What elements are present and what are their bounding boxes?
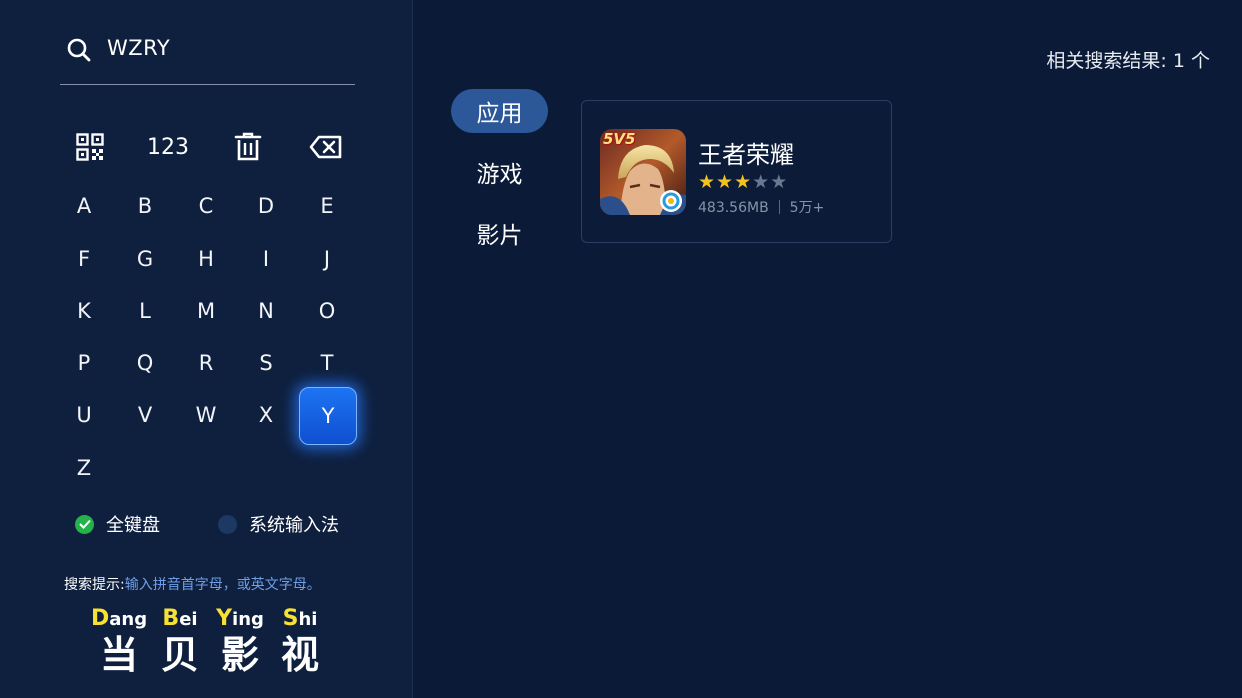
backspace-button[interactable] bbox=[296, 124, 356, 170]
key-v[interactable]: V bbox=[117, 387, 173, 443]
search-input[interactable]: WZRY bbox=[60, 22, 355, 85]
check-icon bbox=[75, 514, 94, 534]
key-b[interactable]: B bbox=[117, 178, 173, 234]
brand-pinyin-rest: ang bbox=[109, 609, 148, 630]
search-icon bbox=[67, 38, 91, 62]
key-y[interactable]: Y bbox=[299, 387, 357, 445]
star-icon: ★ bbox=[716, 171, 735, 193]
result-count: 相关搜索结果: 1 个 bbox=[1046, 50, 1210, 72]
key-w[interactable]: W bbox=[178, 387, 234, 443]
key-k[interactable]: K bbox=[56, 283, 112, 339]
app-icon-badge: 5V5 bbox=[603, 130, 636, 148]
brand-hanzi: 影 bbox=[220, 633, 259, 677]
brand-pinyin: Dang bbox=[91, 606, 147, 631]
trash-icon bbox=[234, 132, 262, 161]
brand-pinyin-rest: ing bbox=[232, 609, 264, 630]
star-icon: ★ bbox=[734, 171, 753, 193]
brand-hanzi: 视 bbox=[280, 633, 319, 677]
key-l[interactable]: L bbox=[117, 283, 173, 339]
app-name: 王者荣耀 bbox=[698, 141, 794, 169]
star-icon: ★ bbox=[698, 171, 717, 193]
app-meta: 483.56MB 5万+ bbox=[698, 197, 824, 217]
brand-pinyin-rest: hi bbox=[298, 609, 318, 630]
mode-system-ime[interactable]: 系统输入法 bbox=[218, 510, 339, 538]
key-a[interactable]: A bbox=[56, 178, 112, 234]
app-icon: 5V5 bbox=[600, 129, 686, 215]
key-r[interactable]: R bbox=[178, 335, 234, 391]
app-size: 483.56MB bbox=[698, 200, 769, 216]
keyboard-tools: 123 bbox=[0, 124, 412, 170]
qrcode-icon bbox=[76, 133, 104, 161]
radio-icon bbox=[218, 514, 237, 534]
brand-initial: D bbox=[91, 606, 110, 631]
key-t[interactable]: T bbox=[299, 335, 355, 391]
brand-char: Dang 当 bbox=[91, 606, 147, 677]
mode-full-keyboard-label: 全键盘 bbox=[106, 515, 160, 536]
key-h[interactable]: H bbox=[178, 231, 234, 287]
key-x[interactable]: X bbox=[238, 387, 294, 443]
key-c[interactable]: C bbox=[178, 178, 234, 234]
key-i[interactable]: I bbox=[238, 231, 294, 287]
key-u[interactable]: U bbox=[56, 387, 112, 443]
brand-char: Ying 影 bbox=[212, 606, 268, 677]
star-icon: ★ bbox=[770, 171, 789, 193]
brand-hanzi: 贝 bbox=[160, 633, 199, 677]
brand-initial: B bbox=[162, 606, 180, 631]
key-m[interactable]: M bbox=[178, 283, 234, 339]
key-z[interactable]: Z bbox=[56, 440, 112, 496]
tab-1[interactable]: 游戏 bbox=[451, 150, 548, 194]
keyboard-panel: WZRY 123 A B C D E F G H I J K L M N O P… bbox=[0, 0, 413, 698]
brand-char: Bei 贝 bbox=[152, 606, 208, 677]
brand-pinyin: Ying bbox=[212, 606, 268, 631]
mode-full-keyboard[interactable]: 全键盘 bbox=[75, 510, 160, 538]
search-hint-text: 输入拼音首字母，或英文字母。 bbox=[124, 577, 321, 593]
key-g[interactable]: G bbox=[117, 231, 173, 287]
key-d[interactable]: D bbox=[238, 178, 294, 234]
meta-divider bbox=[778, 200, 780, 214]
brand-pinyin: Bei bbox=[152, 606, 208, 631]
key-f[interactable]: F bbox=[56, 231, 112, 287]
search-query: WZRY bbox=[107, 36, 171, 60]
key-s[interactable]: S bbox=[238, 335, 294, 391]
key-q[interactable]: Q bbox=[117, 335, 173, 391]
key-o[interactable]: O bbox=[299, 283, 355, 339]
key-j[interactable]: J bbox=[299, 231, 355, 287]
search-hint-label: 搜索提示: bbox=[64, 577, 125, 593]
search-hint: 搜索提示:输入拼音首字母，或英文字母。 bbox=[64, 574, 321, 594]
brand-pinyin-rest: ei bbox=[179, 609, 198, 630]
key-n[interactable]: N bbox=[238, 283, 294, 339]
brand-initial: S bbox=[282, 606, 299, 631]
clear-button[interactable] bbox=[218, 124, 278, 170]
brand-char: Shi 视 bbox=[272, 606, 328, 677]
rating-stars: ★★★★★ bbox=[698, 171, 788, 193]
brand-hanzi: 当 bbox=[99, 633, 138, 677]
brand-initial: Y bbox=[216, 606, 233, 631]
numbers-button[interactable]: 123 bbox=[138, 124, 198, 170]
mode-system-ime-label: 系统输入法 bbox=[249, 515, 339, 536]
key-e[interactable]: E bbox=[299, 178, 355, 234]
backspace-icon bbox=[309, 135, 342, 159]
star-icon: ★ bbox=[752, 171, 771, 193]
tab-0[interactable]: 应用 bbox=[451, 89, 548, 133]
app-downloads: 5万+ bbox=[789, 200, 825, 216]
tab-2[interactable]: 影片 bbox=[451, 211, 548, 255]
key-p[interactable]: P bbox=[56, 335, 112, 391]
brand-pinyin: Shi bbox=[272, 606, 328, 631]
qrcode-button[interactable] bbox=[60, 124, 120, 170]
app-result-card[interactable]: 5V5 王者荣耀 ★★★★★ 483.56MB 5万+ bbox=[581, 100, 892, 243]
